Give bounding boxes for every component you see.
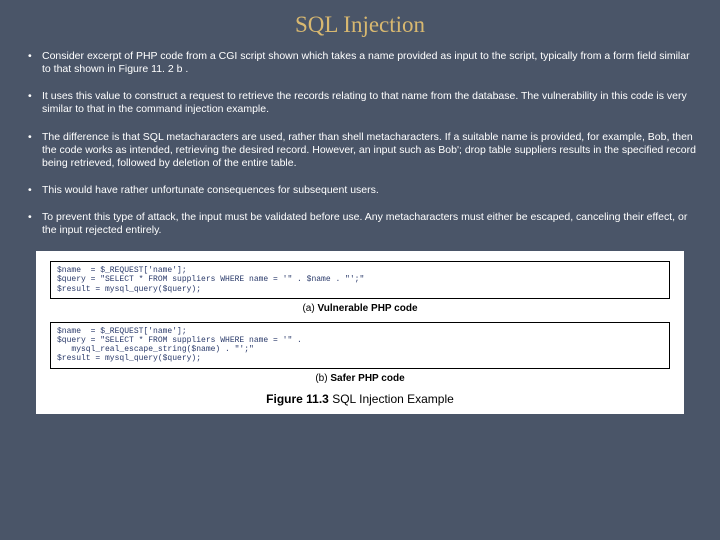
slide-title: SQL Injection [18,12,702,38]
caption-b-prefix: (b) [315,373,327,384]
list-item: • Consider excerpt of PHP code from a CG… [28,50,696,76]
caption-b-text: Safer PHP code [330,373,404,384]
bullet-text: This would have rather unfortunate conse… [42,184,379,197]
bullet-icon: • [28,184,42,197]
bullet-icon: • [28,50,42,76]
bullet-icon: • [28,90,42,116]
figure-block: $name = $_REQUEST['name']; $query = "SEL… [36,251,684,413]
caption-a-text: Vulnerable PHP code [317,303,417,314]
figure-label: Figure 11.3 [266,392,329,406]
caption-a: (a) Vulnerable PHP code [50,303,670,314]
list-item: • This would have rather unfortunate con… [28,184,696,197]
bullet-icon: • [28,211,42,237]
code-box-b: $name = $_REQUEST['name']; $query = "SEL… [50,322,670,369]
list-item: • It uses this value to construct a requ… [28,90,696,116]
caption-b: (b) Safer PHP code [50,373,670,384]
caption-a-prefix: (a) [302,303,314,314]
figure-caption: Figure 11.3 SQL Injection Example [50,392,670,406]
bullet-icon: • [28,131,42,170]
slide: SQL Injection • Consider excerpt of PHP … [0,0,720,540]
list-item: • The difference is that SQL metacharact… [28,131,696,170]
figure-title: SQL Injection Example [332,392,454,406]
bullet-text: Consider excerpt of PHP code from a CGI … [42,50,696,76]
code-box-a: $name = $_REQUEST['name']; $query = "SEL… [50,261,670,299]
bullet-text: It uses this value to construct a reques… [42,90,696,116]
list-item: • To prevent this type of attack, the in… [28,211,696,237]
bullet-text: To prevent this type of attack, the inpu… [42,211,696,237]
bullet-text: The difference is that SQL metacharacter… [42,131,696,170]
bullet-list: • Consider excerpt of PHP code from a CG… [18,50,702,237]
